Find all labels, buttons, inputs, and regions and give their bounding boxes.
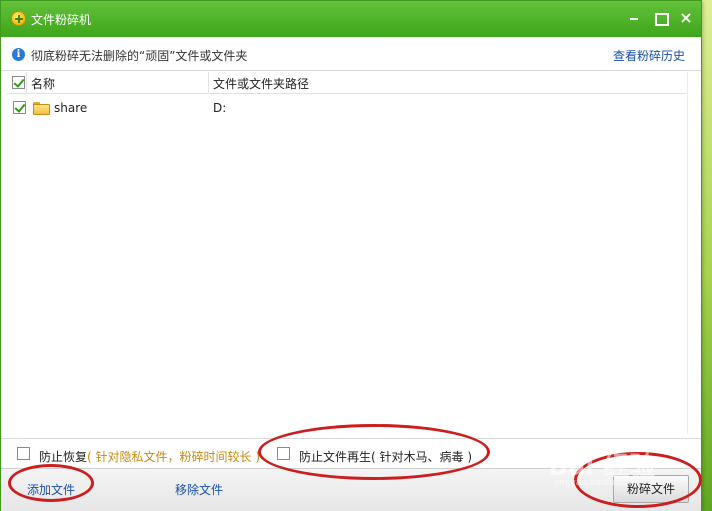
prevent-regen-option[interactable]: 防止文件再生( 针对木马、病毒 ) <box>299 448 472 465</box>
info-text: 彻底粉碎无法删除的“顽固”文件或文件夹 <box>31 49 248 63</box>
minimize-icon[interactable] <box>625 9 643 27</box>
row-checkbox[interactable] <box>13 101 26 114</box>
view-history-link[interactable]: 查看粉碎历史 <box>613 47 685 64</box>
remove-file-link[interactable]: 移除文件 <box>175 481 223 498</box>
folder-icon <box>33 102 50 115</box>
file-shredder-window: 文件粉碎机 × i 彻底粉碎无法删除的“顽固”文件或文件夹 查看粉碎历史 名称 … <box>0 0 702 511</box>
info-icon: i <box>12 48 25 61</box>
table-row[interactable]: share D: <box>7 95 687 121</box>
footer-bar: 添加文件 移除文件 粉碎文件 <box>1 468 701 511</box>
prevent-regen-hint: ( 针对木马、病毒 ) <box>371 450 473 464</box>
column-divider <box>26 72 27 93</box>
column-divider <box>208 72 209 93</box>
prevent-regen-label: 防止文件再生 <box>299 450 372 464</box>
shred-file-button[interactable]: 粉碎文件 <box>613 475 689 503</box>
title-bar[interactable]: 文件粉碎机 × <box>1 1 701 37</box>
close-icon[interactable]: × <box>677 9 695 27</box>
prevent-regen-checkbox[interactable] <box>277 447 290 460</box>
app-plus-icon <box>11 11 26 26</box>
select-all-checkbox[interactable] <box>12 76 25 89</box>
add-file-link[interactable]: 添加文件 <box>27 481 75 498</box>
row-file-name: share <box>54 101 88 115</box>
options-bar: 防止恢复( 针对隐私文件，粉碎时间较长 ) 防止文件再生( 针对木马、病毒 ) <box>1 438 701 468</box>
file-list: share D: <box>7 94 687 434</box>
table-header: 名称 文件或文件夹路径 <box>7 72 687 94</box>
prevent-recovery-option[interactable]: 防止恢复( 针对隐私文件，粉碎时间较长 ) <box>39 448 260 465</box>
prevent-recovery-hint: ( 针对隐私文件，粉碎时间较长 ) <box>87 450 261 464</box>
maximize-icon[interactable] <box>651 9 669 27</box>
column-header-name[interactable]: 名称 <box>31 75 55 92</box>
info-bar: i 彻底粉碎无法删除的“顽固”文件或文件夹 查看粉碎历史 <box>1 37 701 71</box>
prevent-recovery-label: 防止恢复 <box>39 450 88 464</box>
window-title: 文件粉碎机 <box>31 13 92 27</box>
row-file-path: D: <box>213 101 227 115</box>
list-scroll-edge <box>687 72 701 434</box>
column-header-path[interactable]: 文件或文件夹路径 <box>213 75 309 92</box>
prevent-recovery-checkbox[interactable] <box>17 447 30 460</box>
